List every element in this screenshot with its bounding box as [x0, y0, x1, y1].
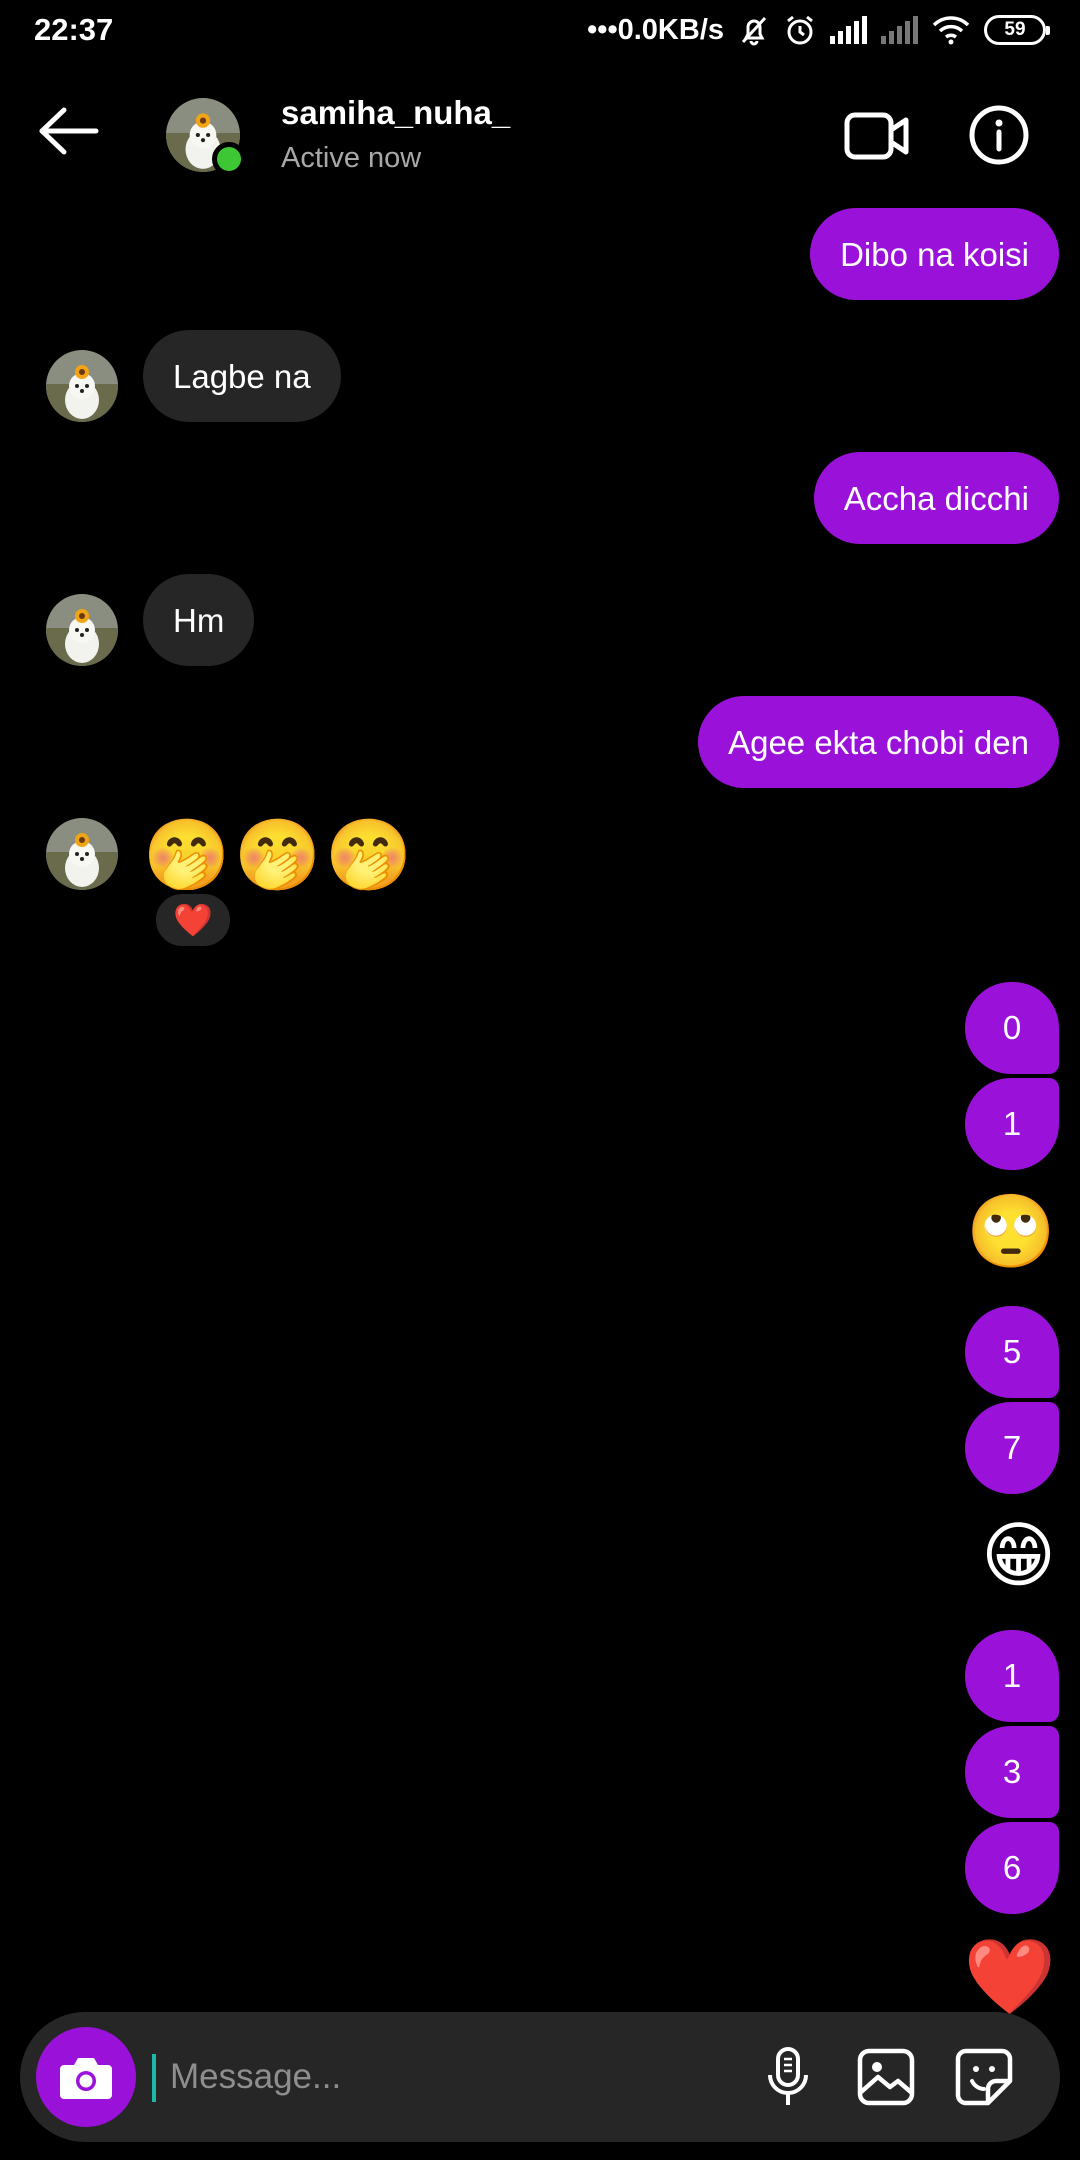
incoming-emoji-message[interactable]: 🤭🤭🤭 [143, 820, 416, 890]
outgoing-emoji-message[interactable]: 🙄 [966, 1196, 1056, 1268]
outgoing-message[interactable]: 3 [965, 1726, 1059, 1818]
signal-2-icon [881, 16, 918, 44]
network-speed: •••0.0KB/s [587, 13, 724, 46]
battery-level: 59 [1004, 19, 1026, 40]
back-arrow-icon[interactable] [38, 106, 100, 156]
avatar[interactable] [46, 594, 118, 666]
wifi-icon [932, 16, 970, 45]
outgoing-message[interactable]: 7 [965, 1402, 1059, 1494]
bell-muted-icon [741, 16, 767, 46]
outgoing-message[interactable]: Accha dicchi [813, 452, 1059, 544]
message-input[interactable] [170, 2049, 730, 2105]
status-icons: •••0.0KB/s 59 [587, 10, 1050, 50]
outgoing-emoji-message[interactable]: 😁 [981, 1520, 1056, 1592]
chat-header: samiha_nuha_ Active now [0, 64, 1080, 210]
signal-icon [830, 16, 867, 44]
info-icon[interactable] [968, 104, 1030, 166]
camera-icon [60, 2058, 112, 2099]
chat-username[interactable]: samiha_nuha_ [281, 94, 510, 132]
incoming-message[interactable]: Hm [143, 574, 255, 666]
sticker-icon[interactable] [952, 2045, 1016, 2109]
outgoing-message[interactable]: 5 [965, 1306, 1059, 1398]
alarm-icon [787, 15, 813, 45]
outgoing-message[interactable]: 0 [965, 982, 1059, 1074]
heart-reaction[interactable]: ❤️ [152, 890, 234, 950]
message-composer [20, 2012, 1060, 2142]
outgoing-message[interactable]: Dibo na koisi [810, 208, 1059, 300]
battery-icon: 59 [984, 15, 1050, 45]
video-call-icon[interactable] [844, 110, 910, 162]
outgoing-message[interactable]: Agee ekta chobi den [698, 696, 1059, 788]
outgoing-heart-message[interactable]: ❤️ [964, 1940, 1056, 2014]
gallery-icon[interactable] [854, 2045, 918, 2109]
online-indicator [212, 142, 246, 176]
text-caret [152, 2054, 156, 2102]
avatar[interactable] [46, 350, 118, 422]
outgoing-message[interactable]: 6 [965, 1822, 1059, 1914]
camera-button[interactable] [36, 2027, 136, 2127]
microphone-icon[interactable] [756, 2045, 820, 2109]
avatar[interactable] [46, 818, 118, 890]
active-status: Active now [281, 142, 422, 174]
outgoing-message[interactable]: 1 [965, 1078, 1059, 1170]
status-time: 22:37 [34, 12, 114, 47]
status-bar: 22:37 •••0.0KB/s 59 [0, 0, 1080, 64]
outgoing-message[interactable]: 1 [965, 1630, 1059, 1722]
incoming-message[interactable]: Lagbe na [143, 330, 341, 422]
